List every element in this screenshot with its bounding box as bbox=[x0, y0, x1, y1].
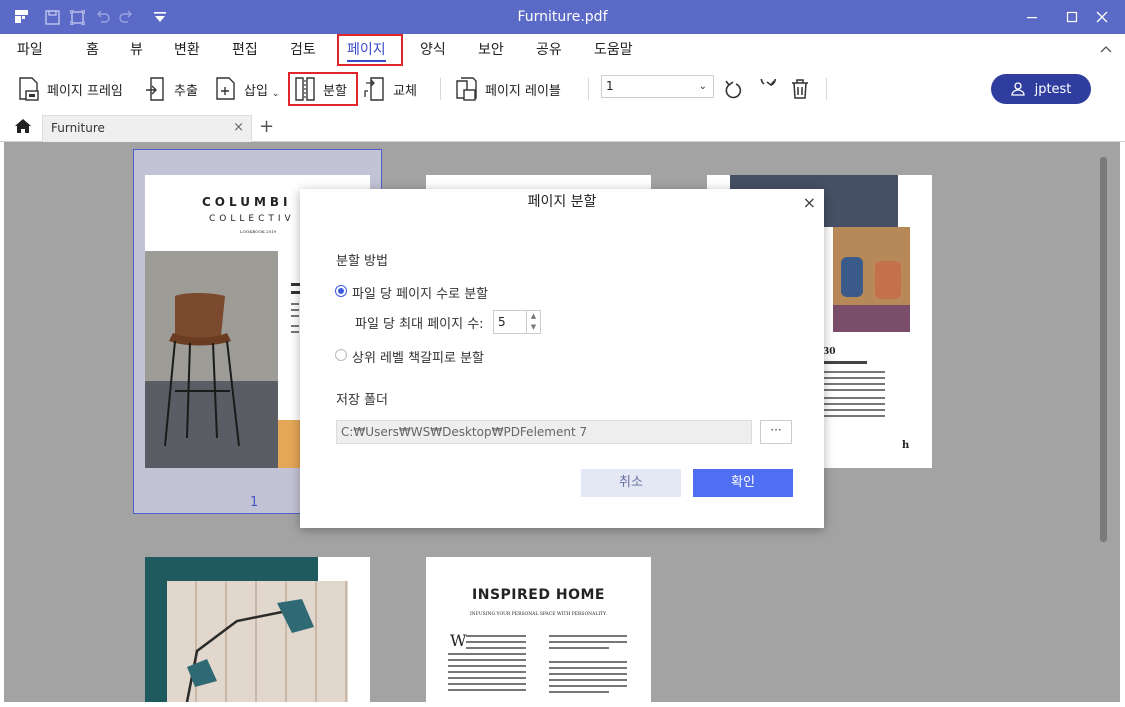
new-tab-icon[interactable]: + bbox=[259, 116, 274, 137]
browse-folder-button[interactable]: ··· bbox=[760, 420, 792, 444]
extract-label: 추출 bbox=[174, 83, 198, 99]
page-number-select-value: 1 bbox=[606, 79, 614, 93]
replace-icon bbox=[364, 77, 384, 101]
page1-title: COLUMBI bbox=[202, 195, 292, 209]
insert-dropdown-icon[interactable]: ⌄ bbox=[272, 89, 280, 99]
page-label-button[interactable]: 페이지 레이블 bbox=[456, 74, 561, 104]
menu-share[interactable]: 공유 bbox=[534, 38, 564, 62]
document-tab-strip: Furniture × + bbox=[0, 112, 1125, 142]
page-thumbnail-4[interactable] bbox=[145, 557, 370, 702]
lamp-photo bbox=[167, 581, 348, 702]
cancel-button[interactable]: 취소 bbox=[581, 469, 681, 497]
save-folder-label: 저장 폴더 bbox=[336, 393, 388, 408]
home-icon[interactable] bbox=[14, 118, 32, 138]
menu-edit[interactable]: 편집 bbox=[230, 38, 260, 62]
highlight-box-page-menu bbox=[337, 34, 403, 66]
split-by-bookmark-radio[interactable] bbox=[335, 349, 347, 361]
page-label-label: 페이지 레이블 bbox=[485, 83, 561, 99]
close-tab-icon[interactable]: × bbox=[233, 120, 244, 135]
workshop-photo bbox=[833, 227, 910, 332]
dialog-close-icon[interactable]: × bbox=[803, 193, 816, 212]
max-pages-value: 5 bbox=[498, 315, 506, 329]
menu-review[interactable]: 검토 bbox=[288, 38, 318, 62]
menu-help[interactable]: 도움말 bbox=[592, 38, 635, 62]
rotate-left-icon[interactable] bbox=[723, 79, 743, 105]
user-account-button[interactable]: jptest bbox=[991, 74, 1091, 104]
menu-view[interactable]: 뷰 bbox=[128, 38, 145, 62]
close-window-button[interactable] bbox=[1082, 0, 1122, 34]
page-frame-button[interactable]: 페이지 프레임 bbox=[18, 74, 123, 104]
menu-convert[interactable]: 변환 bbox=[172, 38, 202, 62]
replace-button[interactable]: 교체 bbox=[364, 74, 417, 104]
page-frame-label: 페이지 프레임 bbox=[47, 83, 123, 99]
document-tab[interactable]: Furniture × bbox=[42, 115, 252, 142]
collapse-ribbon-icon[interactable] bbox=[1100, 44, 1112, 59]
page5-subtitle: INFUSING YOUR PERSONAL SPACE WITH PERSON… bbox=[470, 612, 607, 617]
page-number-select[interactable]: 1 ⌄ bbox=[601, 75, 714, 98]
menu-home[interactable]: 홈 bbox=[84, 38, 101, 62]
window-title: Furniture.pdf bbox=[517, 9, 608, 25]
toolbar-separator bbox=[826, 78, 827, 100]
delete-page-icon[interactable] bbox=[791, 79, 809, 103]
split-by-pages-label[interactable]: 파일 당 페이지 수로 분할 bbox=[352, 283, 488, 302]
page1-small-text: LOOKBOOK 2019 bbox=[240, 229, 277, 234]
vertical-scrollbar[interactable] bbox=[1100, 157, 1107, 542]
title-bar: Furniture.pdf bbox=[0, 0, 1125, 34]
extract-icon bbox=[146, 77, 164, 101]
page-number-label: 1 bbox=[250, 495, 259, 510]
split-by-pages-radio[interactable] bbox=[335, 285, 347, 297]
page1-subtitle: COLLECTIV bbox=[209, 214, 295, 224]
toolbar-separator bbox=[440, 78, 441, 100]
page5-title: INSPIRED HOME bbox=[472, 587, 605, 603]
page-label-icon bbox=[456, 77, 477, 101]
chevron-down-icon: ⌄ bbox=[698, 81, 707, 92]
max-pages-stepper[interactable]: 5 ▲ ▼ bbox=[493, 310, 541, 334]
ok-button[interactable]: 확인 bbox=[693, 469, 793, 497]
stepper-arrows[interactable]: ▲ ▼ bbox=[526, 311, 540, 333]
document-tab-label: Furniture bbox=[51, 121, 105, 135]
extract-button[interactable]: 추출 bbox=[145, 74, 198, 104]
menu-file[interactable]: 파일 bbox=[15, 38, 45, 62]
menu-security[interactable]: 보안 bbox=[476, 38, 506, 62]
highlight-box-split bbox=[288, 72, 358, 106]
insert-label: 삽입 bbox=[244, 83, 268, 99]
toolbar-separator bbox=[588, 78, 589, 100]
minimize-button[interactable] bbox=[1012, 0, 1052, 34]
insert-button[interactable]: 삽입 ⌄ bbox=[215, 74, 279, 104]
user-name: jptest bbox=[1034, 81, 1072, 97]
ribbon-toolbar: 페이지 프레임 추출 삽입 ⌄ 분할 교체 페이지 레이블 bbox=[0, 66, 1125, 112]
chair-photo bbox=[145, 251, 278, 468]
replace-label: 교체 bbox=[393, 83, 417, 99]
menu-bar: 파일 홈 뷰 변환 편집 검토 페이지 양식 보안 공유 도움말 bbox=[0, 34, 1125, 66]
save-folder-path-field[interactable]: C:₩Users₩WS₩Desktop₩PDFelement 7 bbox=[336, 420, 752, 444]
page-thumbnail-5[interactable]: INSPIRED HOME INFUSING YOUR PERSONAL SPA… bbox=[426, 557, 651, 702]
dialog-title: 페이지 분할 bbox=[527, 194, 597, 210]
rotate-right-icon[interactable] bbox=[757, 70, 777, 105]
max-pages-label: 파일 당 최대 페이지 수: bbox=[355, 317, 484, 332]
insert-icon bbox=[216, 77, 235, 100]
page-frame-icon bbox=[19, 77, 39, 101]
split-by-bookmark-label[interactable]: 상위 레벨 책갈피로 분할 bbox=[352, 347, 484, 366]
user-icon bbox=[1010, 82, 1025, 96]
menu-forms[interactable]: 양식 bbox=[418, 38, 448, 62]
split-method-label: 분할 방법 bbox=[336, 254, 388, 269]
